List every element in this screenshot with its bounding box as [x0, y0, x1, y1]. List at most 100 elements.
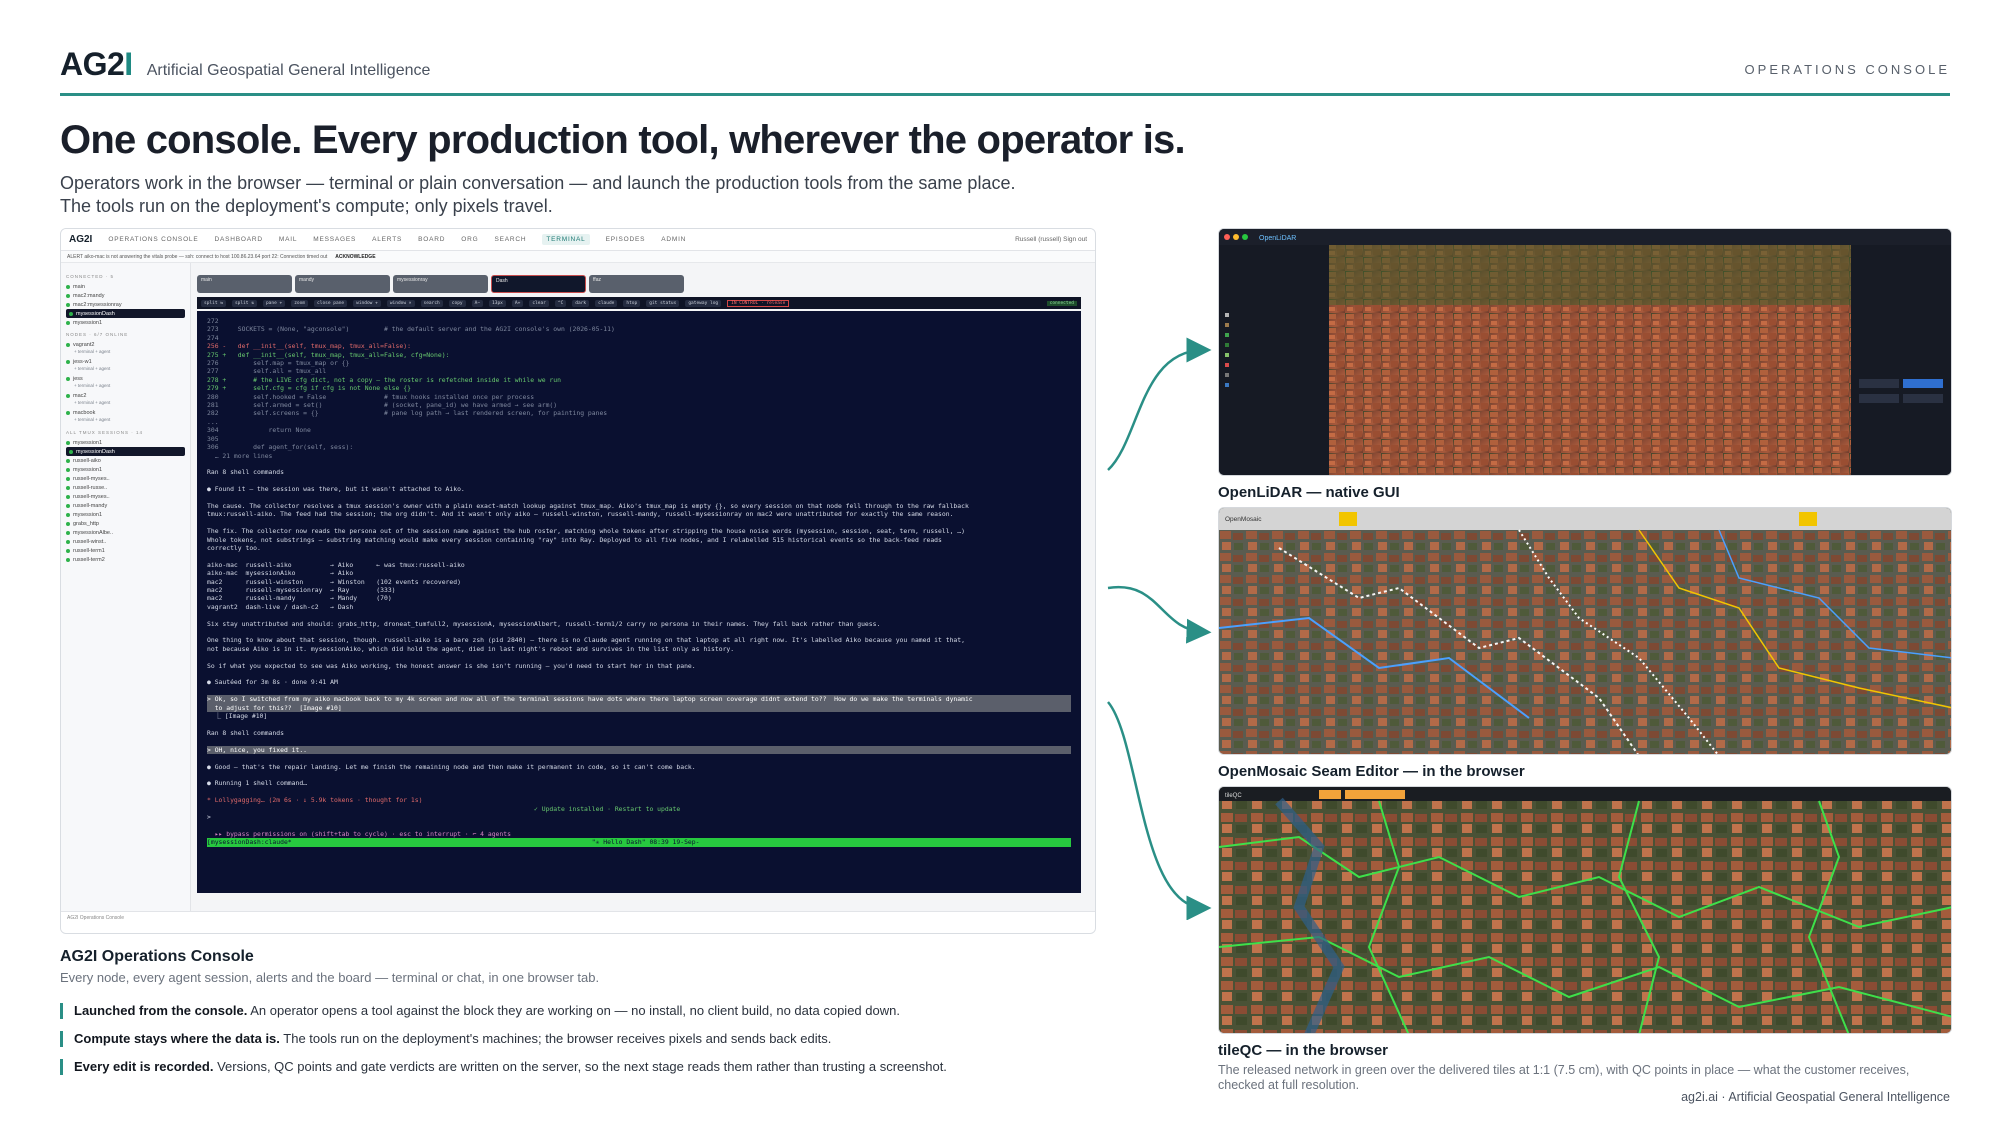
- openlidar-title: OpenLiDAR: [1259, 235, 1296, 242]
- tool-dark[interactable]: dark: [572, 299, 590, 307]
- openmosaic-caption: OpenMosaic Seam Editor — in the browser: [1218, 763, 1525, 780]
- node-mac2[interactable]: mac2: [66, 391, 185, 400]
- tmux-item[interactable]: russell-winst..: [66, 537, 185, 546]
- tmux-item[interactable]: russell-mandy: [66, 501, 185, 510]
- tmux-item[interactable]: russell-russe..: [66, 483, 185, 492]
- tmux-item[interactable]: mysession1: [66, 510, 185, 519]
- header-divider: [60, 93, 1950, 96]
- control-badge[interactable]: IN CONTROL · release: [727, 299, 790, 307]
- node-vagrant2[interactable]: vagrant2: [66, 340, 185, 349]
- tab-ffaz[interactable]: ffaz: [589, 275, 684, 293]
- tmux-item[interactable]: mysessionAlbe..: [66, 528, 185, 537]
- sidebar-item-main[interactable]: main: [66, 282, 185, 291]
- tmux-item[interactable]: mysessionDash: [66, 447, 185, 456]
- nav-org[interactable]: ORG: [461, 236, 478, 243]
- sidebar-item-mandy[interactable]: mac2:mandy: [66, 291, 185, 300]
- status-dot-icon: [66, 376, 70, 381]
- terminal-line: * Lollygagging… (2m 6s · ↓ 5.9k tokens ·…: [207, 796, 423, 805]
- node-jess[interactable]: jess: [66, 374, 185, 383]
- sidebar-item-mysessiondash[interactable]: mysessionDash: [66, 309, 185, 318]
- tool-claude[interactable]: claude: [595, 299, 618, 307]
- terminal-line: So if what you expected to see was Aiko …: [207, 661, 696, 670]
- tab-main[interactable]: main: [197, 275, 292, 293]
- nav-alerts[interactable]: ALERTS: [372, 236, 402, 243]
- console-caption-sub: Every node, every agent session, alerts …: [60, 970, 600, 985]
- session-tabs: main mandy mysessionray Dash ffaz: [197, 275, 1081, 297]
- tool-split-v[interactable]: split ⇅: [231, 299, 257, 307]
- node-jess-w1[interactable]: jess-w1: [66, 357, 185, 366]
- feature-point: Launched from the console. An operator o…: [60, 1002, 1110, 1020]
- terminal-line: The cause. The collector resolves a tmux…: [207, 501, 969, 510]
- tool-zoom[interactable]: zoom: [291, 299, 309, 307]
- tool-gateway-log[interactable]: gateway log: [685, 299, 722, 307]
- nav-messages[interactable]: MESSAGES: [313, 236, 356, 243]
- terminal-line: 280 self.hooked = False # tmux hooks ins…: [207, 392, 535, 401]
- acknowledge-button[interactable]: ACKNOWLEDGE: [335, 254, 375, 260]
- nav-search[interactable]: SEARCH: [494, 236, 526, 243]
- status-dot-icon: [66, 302, 70, 307]
- terminal-line: Ran 8 shell commands: [207, 728, 284, 737]
- status-dot-icon: [66, 320, 70, 325]
- tmux-item[interactable]: russell-aiko: [66, 456, 185, 465]
- nav-admin[interactable]: ADMIN: [661, 236, 686, 243]
- feature-point: Every edit is recorded. Versions, QC poi…: [60, 1058, 1110, 1076]
- tmux-item[interactable]: mysession1: [66, 465, 185, 474]
- tool-git-status[interactable]: git status: [646, 299, 680, 307]
- nav-dashboard[interactable]: DASHBOARD: [214, 236, 262, 243]
- console-topbar: AG2I OPERATIONS CONSOLE DASHBOARD MAIL M…: [61, 229, 1095, 251]
- tmux-item[interactable]: russell-term1: [66, 546, 185, 555]
- node-actions: + terminal + agent: [74, 417, 111, 422]
- terminal-line: ● Good — that's the repair landing. Let …: [207, 762, 696, 771]
- tmux-item[interactable]: russell-myses..: [66, 474, 185, 483]
- tab-dash[interactable]: Dash: [491, 275, 586, 293]
- tool-search[interactable]: search: [420, 299, 443, 307]
- terminal-line: One thing to know about that session, th…: [207, 636, 965, 645]
- status-dot-icon: [66, 342, 70, 347]
- alert-text: ALERT aiko-mac is not answering the vita…: [67, 253, 328, 260]
- tmux-item[interactable]: grabs_http: [66, 519, 185, 528]
- sidebar-nodes-header: NODES · 6/7 ONLINE: [66, 332, 129, 337]
- nav-episodes[interactable]: EPISODES: [606, 236, 646, 243]
- tmux-item[interactable]: mysession1: [66, 438, 185, 447]
- nav-mail[interactable]: MAIL: [279, 236, 297, 243]
- tmux-item[interactable]: russell-term2: [66, 555, 185, 564]
- tmux-item[interactable]: russell-myses..: [66, 492, 185, 501]
- arrow-to-openmosaic: [1107, 585, 1212, 644]
- terminal-line: Six stay unattributed and should: grabs_…: [207, 619, 881, 628]
- terminal-line: 272: [207, 317, 219, 325]
- tool-copy[interactable]: copy: [448, 299, 466, 307]
- terminal-line: Ran 8 shell commands: [207, 468, 284, 477]
- terminal-line: 273 SOCKETS = (None, "agconsole") # the …: [207, 325, 615, 334]
- tool-ctrl-c[interactable]: ^C: [554, 299, 567, 307]
- tool-clear[interactable]: clear: [529, 299, 549, 307]
- tool-split-h[interactable]: split ⇆: [201, 299, 226, 307]
- tool-font-up[interactable]: A+: [511, 299, 524, 307]
- tab-mysessionray[interactable]: mysessionray: [393, 275, 488, 293]
- user-menu[interactable]: Russell (russell) Sign out: [1015, 236, 1087, 243]
- node-macbook[interactable]: macbook: [66, 408, 185, 417]
- openmosaic-title: OpenMosaic: [1225, 516, 1262, 523]
- nav-board[interactable]: BOARD: [418, 236, 445, 243]
- tool-htop[interactable]: htop: [623, 299, 641, 307]
- sidebar-item-mysessionray[interactable]: mac2:mysessionray: [66, 300, 185, 309]
- terminal-line: Whole tokens, not substrings — substring…: [207, 535, 942, 544]
- tool-font-down[interactable]: A−: [471, 299, 484, 307]
- status-dot-icon: [66, 467, 70, 472]
- terminal-line: 276 self.map = tmux_map or {}: [207, 359, 350, 368]
- tool-close-pane[interactable]: close pane: [314, 299, 348, 307]
- tool-pane-add[interactable]: pane +: [262, 299, 286, 307]
- terminal-line: 282 self.screens = {} # pane log path → …: [207, 409, 608, 418]
- tool-window-close[interactable]: window ×: [386, 299, 415, 307]
- sidebar-item-mysession1[interactable]: mysession1: [66, 318, 185, 327]
- terminal-output[interactable]: 272 273 SOCKETS = (None, "agconsole") # t…: [197, 311, 1081, 893]
- tool-window-add[interactable]: window +: [353, 299, 381, 307]
- nav-terminal[interactable]: TERMINAL: [542, 234, 590, 245]
- subheadline: Operators work in the browser — terminal…: [60, 173, 1016, 216]
- headline: One console. Every production tool, wher…: [60, 118, 1186, 162]
- tab-mandy[interactable]: mandy: [295, 275, 390, 293]
